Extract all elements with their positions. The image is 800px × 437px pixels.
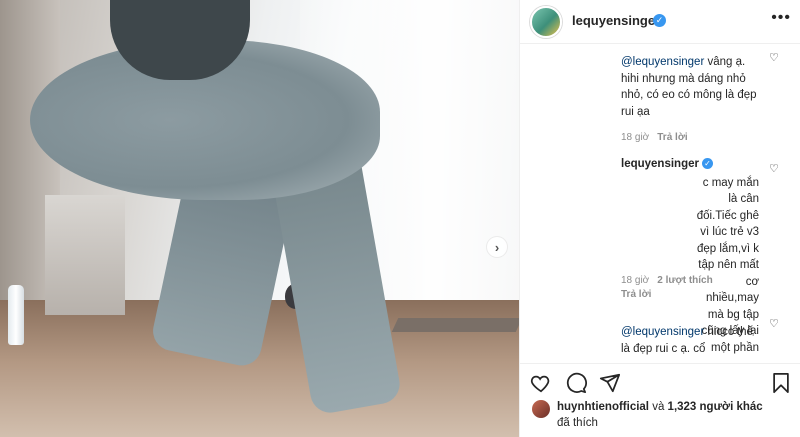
verified-badge-icon: ✓ — [701, 158, 713, 169]
bookmark-icon[interactable] — [770, 372, 792, 394]
author-username[interactable]: lequyensinger — [572, 13, 660, 28]
more-options-icon[interactable]: ••• — [771, 9, 791, 27]
chevron-right-icon: › — [494, 239, 500, 255]
reply-button[interactable]: Trả lời — [621, 289, 651, 300]
comment-time: 18 giờ — [621, 132, 650, 143]
media-scene-shelf — [45, 195, 125, 315]
post-header: lequyensinger ✓ ••• — [520, 0, 800, 44]
heart-icon[interactable] — [530, 372, 552, 394]
comment-meta: 18 giờ 2 lượt thích — [621, 275, 713, 286]
verified-badge-icon: ✓ — [653, 14, 666, 27]
comment-meta: Trả lời — [621, 289, 651, 300]
comment-author[interactable]: lequyensinger — [621, 158, 699, 170]
heart-icon[interactable]: ♡ — [769, 163, 781, 175]
author-avatar[interactable] — [530, 6, 562, 38]
post-sidebar: lequyensinger ✓ ••• ♡ @lequyensinger vân… — [519, 0, 800, 437]
likes-summary: huynhtienofficial và 1,323 người khác đã… — [520, 396, 800, 437]
comment-text: @lequyensinger hiccc thế là đẹp rui c ạ.… — [621, 324, 759, 357]
comment-text: @lequyensinger vâng ạ. hihi nhưng mà dán… — [621, 54, 759, 120]
share-icon[interactable] — [599, 372, 621, 394]
media-scene-mat — [391, 318, 519, 332]
comment-icon[interactable] — [565, 372, 587, 394]
comment-mention[interactable]: @lequyensinger — [621, 326, 704, 338]
heart-icon[interactable]: ♡ — [769, 52, 781, 64]
likes-joiner: và — [649, 401, 668, 413]
post-media[interactable]: › — [0, 0, 519, 437]
likes-others-button[interactable]: 1,323 người khác — [668, 401, 763, 413]
heart-icon[interactable]: ♡ — [769, 318, 781, 330]
comment-mention[interactable]: @lequyensinger — [621, 56, 704, 68]
likes-line: huynhtienofficial và 1,323 người khác — [557, 401, 763, 413]
comment-meta: 18 giờ Trả lời — [621, 132, 688, 143]
reply-button[interactable]: Trả lời — [657, 132, 687, 143]
post-action-bar — [520, 363, 800, 399]
comment-list[interactable]: ♡ @lequyensinger vâng ạ. hihi nhưng mà d… — [520, 45, 800, 363]
comment-time: 18 giờ — [621, 275, 650, 286]
carousel-next-button[interactable]: › — [486, 236, 508, 258]
likes-suffix: đã thích — [557, 417, 598, 429]
liker-username[interactable]: huynhtienofficial — [557, 401, 649, 413]
media-scene-bottle — [8, 285, 24, 345]
liker-avatar[interactable] — [532, 400, 550, 418]
comment-likes-button[interactable]: 2 lượt thích — [657, 275, 712, 286]
